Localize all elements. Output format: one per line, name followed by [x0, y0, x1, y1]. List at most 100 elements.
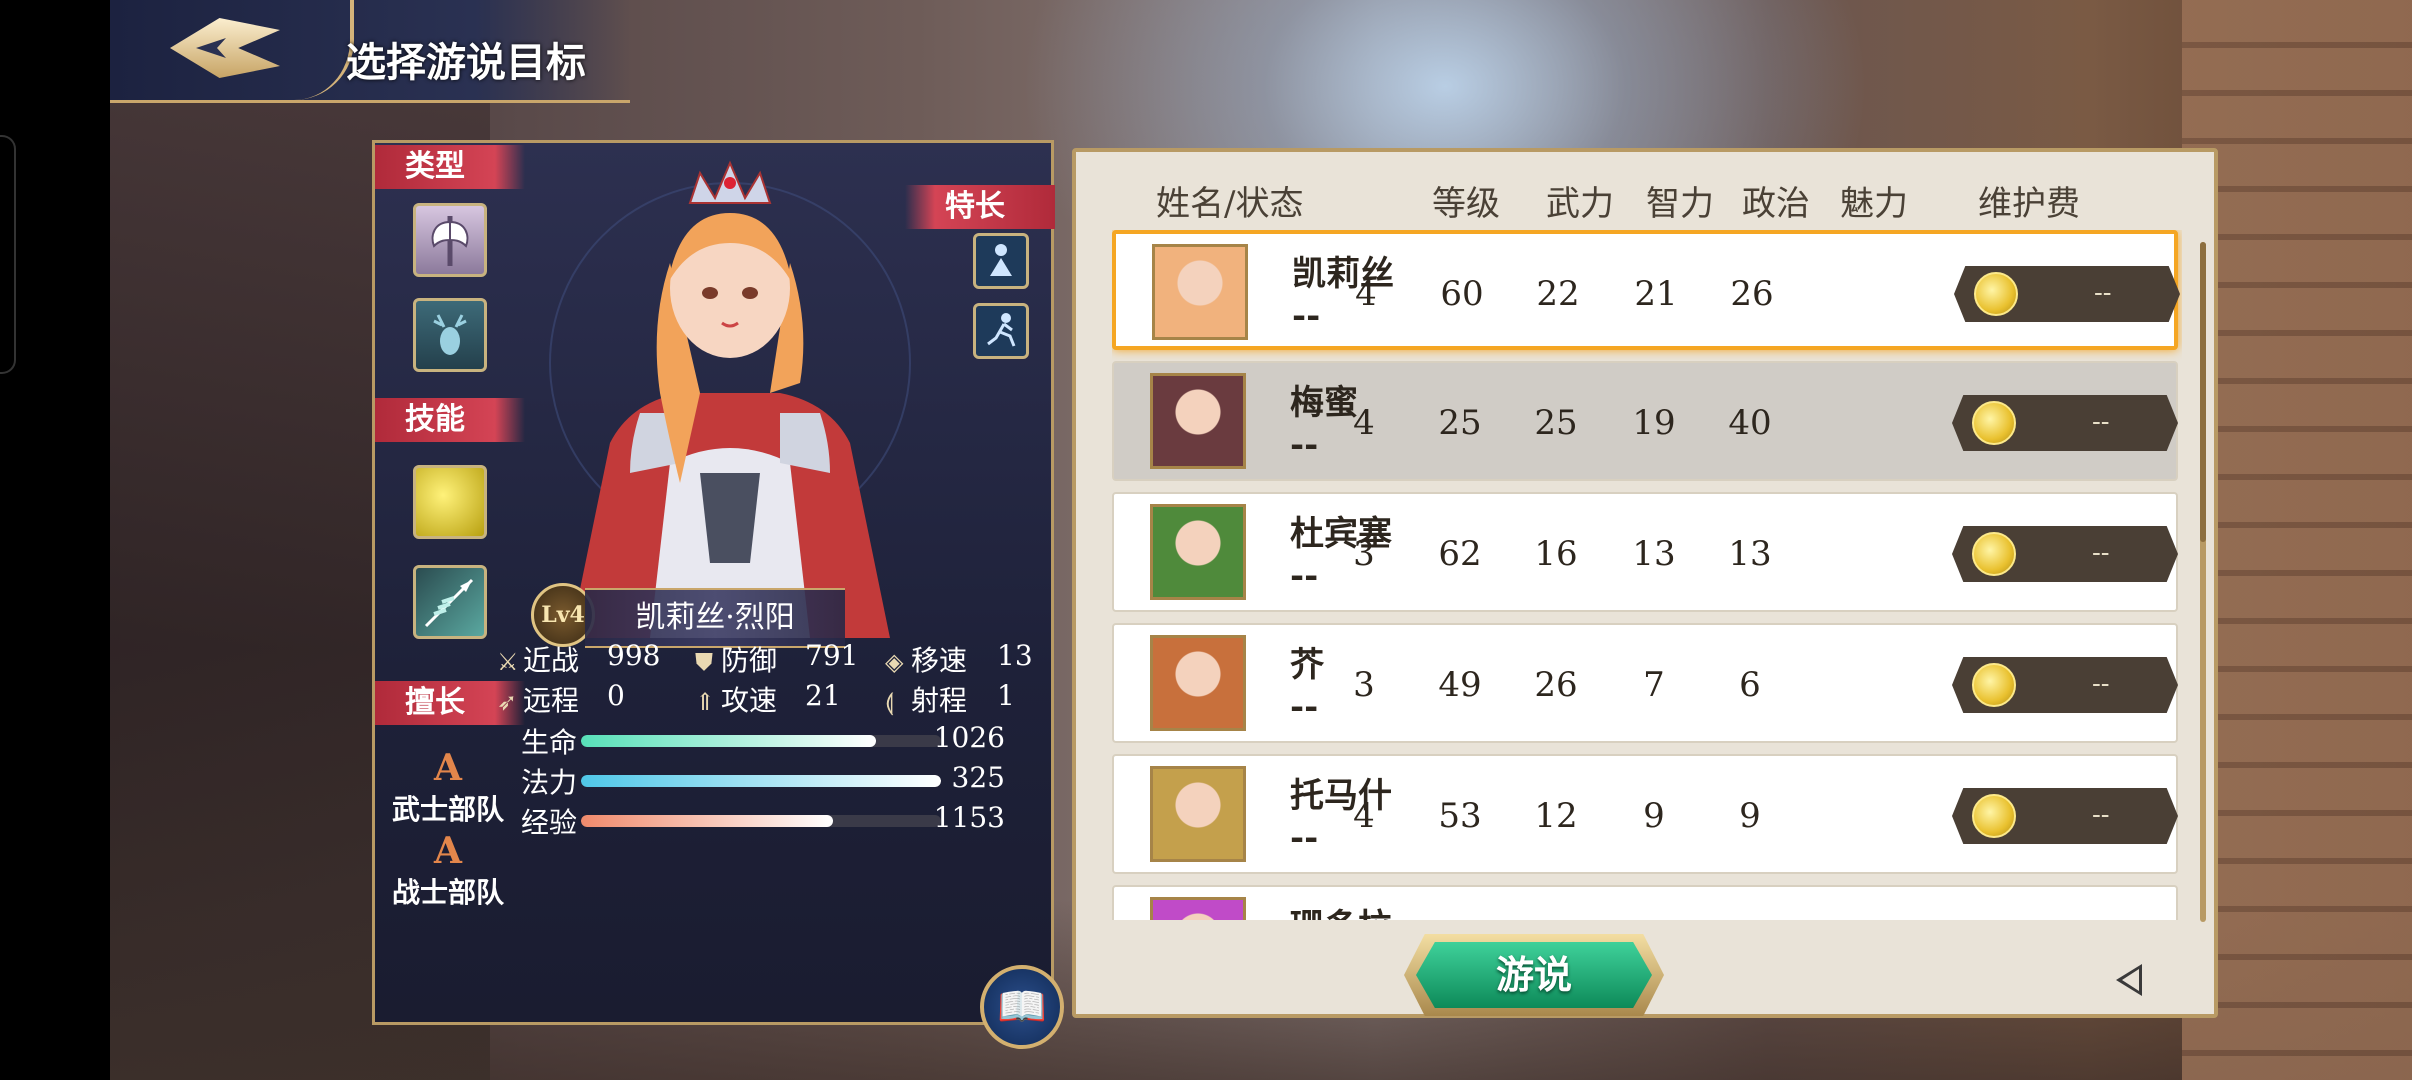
row-charm: 6 [1739, 665, 1761, 705]
row-force: 53 [1438, 796, 1482, 836]
skill-label: 技能 [375, 398, 525, 442]
scroll-thumb[interactable] [2200, 242, 2206, 542]
axe-icon[interactable] [413, 203, 487, 277]
target-list-panel: 姓名/状态 等级 武力 智力 政治 魅力 维护费 凯莉丝 -- 4 60 22 21 26-… [1072, 148, 2218, 1018]
row-status: -- [1290, 687, 1319, 727]
stat-attack-speed: ⇑ 攻速 [695, 684, 778, 717]
stat-melee: ⚔ 近战 [497, 644, 580, 677]
header-ornament [290, 0, 354, 100]
nav-back-icon[interactable] [2116, 964, 2142, 996]
row-intel: 22 [1536, 274, 1580, 314]
hp-value: 1026 [933, 721, 1005, 754]
row-force: 60 [1440, 274, 1484, 314]
upkeep-value: -- [2092, 538, 2110, 568]
row-intel: 25 [1534, 403, 1578, 443]
move-icon: ◈ [885, 648, 904, 676]
list-header: 姓名/状态 等级 武力 智力 政治 魅力 维护费 [1076, 152, 2214, 232]
col-force: 武力 [1546, 184, 1614, 224]
col-politics: 政治 [1742, 184, 1810, 224]
row-intel: 26 [1534, 665, 1578, 705]
row-status: -- [1290, 425, 1319, 465]
upkeep-display: -- [1952, 788, 2178, 844]
upkeep-value: -- [2092, 407, 2110, 437]
row-charm: 26 [1730, 274, 1774, 314]
stat-move-speed: ◈ 移速 [885, 644, 968, 677]
arrow-up-icon: ⇑ [695, 688, 716, 716]
stat-ranged: ➶ 远程 [497, 684, 580, 717]
book-icon[interactable]: 📖 [980, 965, 1064, 1049]
exp-label: 经验 [521, 806, 578, 839]
back-button[interactable] [170, 18, 280, 78]
row-status: -- [1292, 296, 1321, 336]
feather-arrow-icon[interactable] [413, 565, 487, 639]
type-label: 类型 [375, 145, 525, 189]
hp-label: 生命 [521, 726, 578, 759]
shield-icon: ⛊ [695, 648, 713, 676]
list-scrollbar[interactable] [2200, 242, 2206, 922]
character-panel: 类型 技能 擅长 特长 Lv4 凯莉丝·烈阳 ⚔ 近战 998 ⛊ 防御 791… [372, 140, 1055, 1025]
avatar [1152, 244, 1248, 340]
sword-icon: ⚔ [497, 648, 519, 676]
stat-defense-value: 791 [805, 639, 859, 672]
mp-value: 325 [951, 761, 1005, 794]
coin-icon [1972, 401, 2016, 445]
row-intel: 12 [1534, 796, 1578, 836]
persuade-button[interactable]: 游说 [1416, 942, 1652, 1008]
list-row[interactable]: 托马什 -- 4 53 12 9 9 -- [1112, 754, 2178, 874]
row-name: 珊多拉 [1290, 899, 1392, 920]
row-politics: 19 [1632, 403, 1676, 443]
col-charm: 魅力 [1840, 184, 1908, 224]
avatar [1150, 766, 1246, 862]
stat-melee-value: 998 [607, 639, 661, 672]
row-charm: 40 [1728, 403, 1772, 443]
edge-handle[interactable] [0, 135, 16, 374]
upkeep-display: -- [1952, 657, 2178, 713]
upkeep-display: -- [1954, 266, 2180, 322]
golden-sparkle-icon[interactable] [413, 465, 487, 539]
list-row[interactable]: 梅蜜 -- 4 25 25 19 40 -- [1112, 361, 2178, 481]
row-status: -- [1290, 818, 1319, 858]
col-upkeep: 维护费 [1978, 184, 2080, 224]
row-politics: 9 [1643, 796, 1665, 836]
row-force: 49 [1438, 665, 1482, 705]
upkeep-value: -- [2092, 800, 2110, 830]
rank-badge: A [434, 830, 462, 872]
row-charm: 13 [1728, 534, 1772, 574]
expert-name: 武士部队 [391, 793, 504, 826]
stat-range-value: 1 [997, 679, 1015, 712]
stat-range: ⟬ 射程 [885, 684, 968, 717]
col-intel: 智力 [1646, 184, 1714, 224]
bow-icon: ➶ [497, 688, 518, 716]
list-row[interactable]: 杜宾塞 -- 3 62 16 13 13 -- [1112, 492, 2178, 612]
list-row[interactable]: 珊多拉 [1112, 885, 2178, 920]
row-force: 25 [1438, 403, 1482, 443]
expert-name: 战士部队 [391, 876, 504, 909]
row-status: -- [1290, 556, 1319, 596]
avatar [1150, 897, 1246, 920]
stat-attack-speed-value: 21 [805, 679, 841, 712]
row-charm: 9 [1739, 796, 1761, 836]
list-row[interactable]: 凯莉丝 -- 4 60 22 21 26 -- [1112, 230, 2180, 350]
upkeep-value: -- [2094, 278, 2112, 308]
rank-badge: A [434, 747, 462, 789]
stat-move-speed-value: 13 [997, 639, 1033, 672]
row-intel: 16 [1534, 534, 1578, 574]
range-icon: ⟬ [885, 688, 894, 716]
figure-icon[interactable] [973, 233, 1029, 289]
col-level: 等级 [1432, 184, 1500, 224]
runner-icon[interactable] [973, 303, 1029, 359]
expert-item: A 战士部队 [383, 831, 513, 911]
upkeep-display: -- [1952, 395, 2178, 451]
coin-icon [1974, 272, 2018, 316]
row-politics: 13 [1632, 534, 1676, 574]
mp-label: 法力 [521, 766, 578, 799]
row-level: 4 [1353, 403, 1375, 443]
target-list[interactable]: 凯莉丝 -- 4 60 22 21 26 -- 梅蜜 -- 4 25 25 19 40 -- 杜宾塞 -- 3 62 1… [1112, 230, 2182, 920]
character-portrait [530, 143, 930, 638]
row-level: 3 [1353, 665, 1375, 705]
top-header: 选择游说目标 [110, 0, 630, 103]
coin-icon [1972, 794, 2016, 838]
avatar [1150, 373, 1246, 469]
list-row[interactable]: 芥 -- 3 49 26 7 6 -- [1112, 623, 2178, 743]
deer-icon[interactable] [413, 298, 487, 372]
